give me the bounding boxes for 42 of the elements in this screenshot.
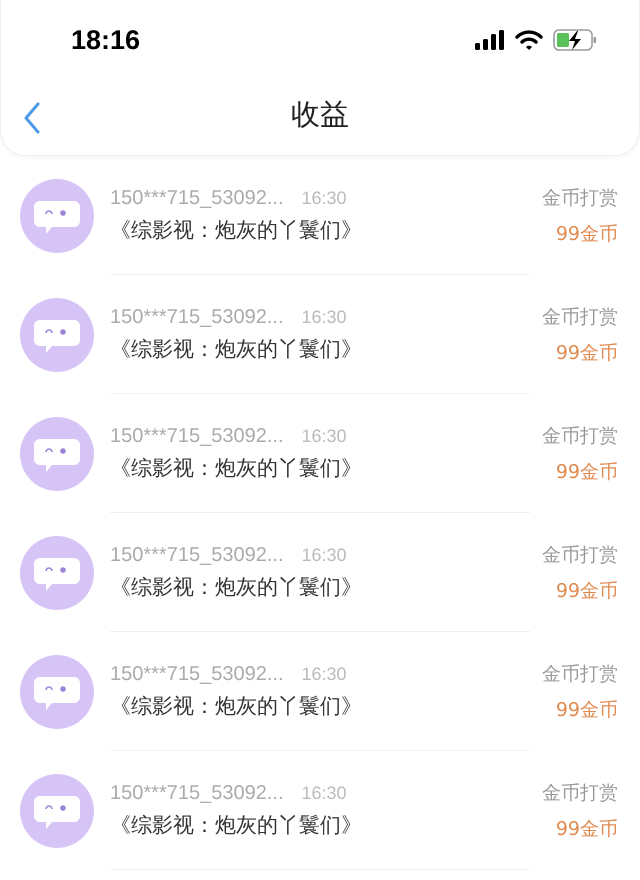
book-title: 《综影视：炮灰的丫鬟们》 [110,812,363,839]
book-title: 《综影视：炮灰的丫鬟们》 [110,455,363,482]
wifi-icon [515,30,543,50]
record-time: 16:30 [302,545,347,566]
signal-icon [475,30,505,50]
avatar-icon [20,536,94,610]
record-time: 16:30 [302,664,347,685]
user-id: 150***715_53092... [110,663,284,686]
book-title: 《综影视：炮灰的丫鬟们》 [110,336,363,363]
avatar-icon [20,178,94,252]
coin-amount: 99金币 [556,698,618,722]
record-type: 金币打赏 [542,542,618,568]
coin-amount: 99金币 [556,340,618,366]
user-id: 150***715_53092... [110,306,284,329]
record-type: 金币打赏 [542,780,618,806]
user-id: 150***715_53092... [110,425,284,448]
record-time: 16:30 [302,188,347,209]
record-time: 16:30 [302,307,347,328]
user-id: 150***715_53092... [110,544,284,567]
record-type: 金币打赏 [542,662,618,686]
avatar-icon [20,416,94,490]
status-time: 18:16 [71,24,140,56]
page-title: 收益 [291,96,349,132]
book-title: 《综影视：炮灰的丫鬟们》 [110,693,363,720]
coin-amount: 99金币 [556,222,618,246]
record-time: 16:30 [302,426,347,447]
avatar-icon [20,298,94,372]
coin-amount: 99金币 [556,460,618,484]
battery-charging-icon [553,29,597,51]
book-title: 《综影视：炮灰的丫鬟们》 [110,574,363,601]
record-type: 金币打赏 [542,424,618,448]
avatar-icon [20,774,94,848]
record-time: 16:30 [302,783,347,804]
coin-amount: 99金币 [556,816,618,842]
coin-amount: 99金币 [556,578,618,604]
record-type: 金币打赏 [542,186,618,210]
record-type: 金币打赏 [542,304,618,330]
book-title: 《综影视：炮灰的丫鬟们》 [110,217,363,244]
back-button[interactable] [23,102,41,134]
avatar-icon [20,654,94,728]
user-id: 150***715_53092... [110,782,284,805]
user-id: 150***715_53092... [110,187,284,210]
